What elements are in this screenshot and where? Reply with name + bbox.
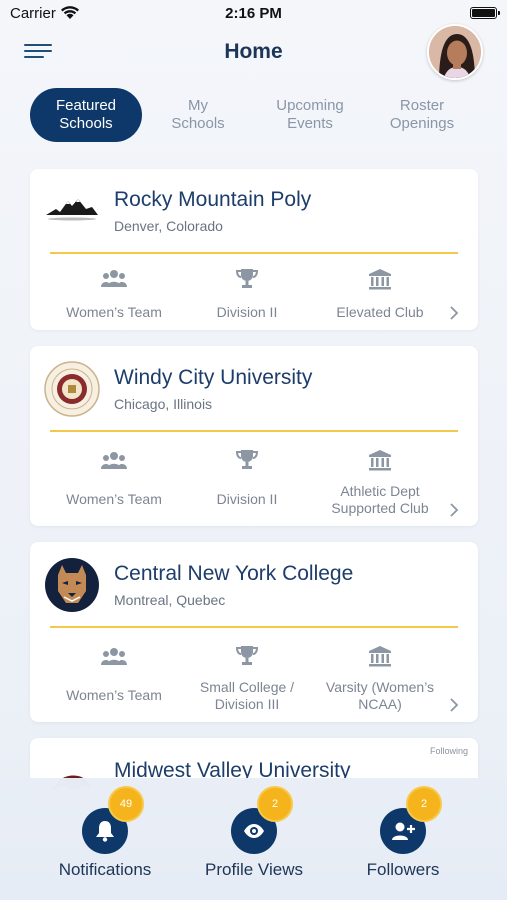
club-label: Athletic Dept Supported Club — [331, 483, 429, 516]
division-label: Small College / Division III — [199, 679, 295, 712]
avatar[interactable] — [427, 24, 483, 80]
school-name: Central New York College — [114, 562, 354, 585]
card-divider — [50, 430, 458, 432]
status-bar: Carrier 2:16 PM — [0, 0, 507, 28]
status-time: 2:16 PM — [225, 5, 282, 22]
nav-followers[interactable]: 2 Followers — [328, 778, 478, 900]
division-feature: Small College / Division III — [177, 645, 317, 712]
profile-photo — [429, 26, 481, 78]
division-feature: Division II — [177, 268, 317, 320]
battery-icon — [470, 7, 500, 19]
school-location: Chicago, Illinois — [114, 396, 213, 412]
division-label: Division II — [216, 491, 278, 507]
tab-my-schools[interactable]: My Schools — [142, 88, 254, 142]
club-feature: Elevated Club — [310, 268, 450, 320]
school-name: Rocky Mountain Poly — [114, 188, 312, 211]
team-feature: Women’s Team — [44, 451, 184, 507]
users-icon — [101, 452, 127, 469]
school-location: Denver, Colorado — [114, 218, 223, 234]
chevron-right-icon[interactable] — [448, 503, 460, 517]
wildcat-logo-icon — [45, 558, 99, 612]
nav-notifications[interactable]: 49 Notifications — [30, 778, 180, 900]
trophy-icon — [235, 646, 259, 665]
university-seal-icon — [44, 361, 100, 417]
team-feature: Women’s Team — [44, 269, 184, 320]
tab-featured-schools[interactable]: Featured Schools — [30, 88, 142, 142]
users-icon — [101, 270, 127, 287]
notifications-count-badge: 49 — [108, 786, 144, 822]
team-label: Women’s Team — [66, 491, 162, 507]
category-tabs: Featured Schools My Schools Upcoming Eve… — [30, 88, 478, 144]
users-icon — [101, 648, 127, 665]
following-badge: Following — [429, 746, 468, 756]
institution-icon — [369, 646, 391, 667]
bell-icon — [96, 821, 114, 842]
institution-icon — [369, 450, 391, 471]
institution-icon — [369, 269, 391, 290]
club-feature: Athletic Dept Supported Club — [310, 449, 450, 516]
chevron-right-icon[interactable] — [448, 306, 460, 320]
mountain-logo-icon — [46, 199, 98, 221]
tab-upcoming-events[interactable]: Upcoming Events — [254, 88, 366, 142]
chevron-right-icon[interactable] — [448, 698, 460, 712]
team-feature: Women’s Team — [44, 647, 184, 703]
profile-views-label: Profile Views — [205, 860, 303, 879]
club-label: Varsity (Women’s NCAA) — [325, 679, 435, 712]
followers-label: Followers — [366, 860, 440, 879]
eye-icon — [244, 824, 264, 838]
notifications-label: Notifications — [58, 860, 152, 879]
trophy-icon — [235, 269, 259, 288]
followers-count-badge: 2 — [406, 786, 442, 822]
card-divider — [50, 252, 458, 254]
club-feature: Varsity (Women’s NCAA) — [310, 645, 450, 712]
bottom-navigation: 49 Notifications 2 Profile Views 2 Follo… — [0, 778, 507, 900]
school-card[interactable]: Rocky Mountain Poly Denver, Colorado Wom… — [30, 169, 478, 330]
division-label: Division II — [216, 304, 278, 320]
team-label: Women’s Team — [66, 687, 162, 703]
club-label: Elevated Club — [336, 304, 424, 320]
school-card[interactable]: Central New York College Montreal, Quebe… — [30, 542, 478, 722]
nav-profile-views[interactable]: 2 Profile Views — [179, 778, 329, 900]
trophy-icon — [235, 450, 259, 469]
division-feature: Division II — [177, 449, 317, 507]
team-label: Women’s Team — [66, 304, 162, 320]
add-user-icon — [392, 822, 415, 840]
tab-roster-openings[interactable]: Roster Openings — [366, 88, 478, 142]
school-location: Montreal, Quebec — [114, 592, 226, 608]
card-divider — [50, 626, 458, 628]
school-name: Windy City University — [114, 366, 313, 389]
profile-views-count-badge: 2 — [257, 786, 293, 822]
school-card[interactable]: Windy City University Chicago, Illinois … — [30, 346, 478, 526]
